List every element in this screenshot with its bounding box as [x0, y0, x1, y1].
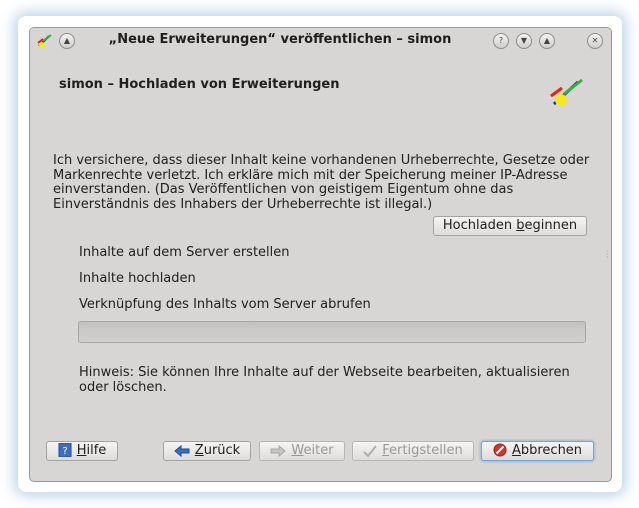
- help-titlebar-button[interactable]: ?: [493, 33, 509, 49]
- start-upload-button[interactable]: Hochladen beginnen: [433, 216, 587, 236]
- back-button[interactable]: Zurück: [163, 441, 251, 461]
- disclaimer-text: Ich versichere, dass dieser Inhalt keine…: [53, 153, 590, 212]
- cancel-icon: [493, 443, 507, 457]
- upload-label-pre: Hochladen: [442, 218, 517, 233]
- next-accel: W: [291, 443, 304, 458]
- resize-grip[interactable]: · · ·: [606, 248, 609, 262]
- arrow-left-icon: [174, 444, 190, 458]
- dialog-window: ▲ „Neue Erweiterungen“ veröffentlichen –…: [29, 27, 612, 482]
- finish-label: ertigstellen: [389, 443, 463, 458]
- cancel-accel: A: [511, 443, 521, 458]
- next-button[interactable]: Weiter: [259, 441, 345, 461]
- upload-label-post: eginnen: [524, 218, 578, 233]
- help-button[interactable]: ? Hilfe: [46, 441, 118, 461]
- cancel-button[interactable]: Abbrechen: [481, 441, 594, 461]
- minimize-button[interactable]: ▼: [516, 33, 532, 49]
- window-title: „Neue Erweiterungen“ veröffentlichen – s…: [108, 32, 452, 47]
- upload-label-accel: b: [516, 218, 525, 233]
- step-upload-content: Inhalte hochladen: [79, 271, 196, 286]
- step-create-content: Inhalte auf dem Server erstellen: [79, 245, 290, 260]
- close-button[interactable]: ✕: [587, 33, 603, 49]
- finish-button[interactable]: Fertigstellen: [352, 441, 474, 461]
- help-book-icon: ?: [58, 442, 72, 458]
- back-label: urück: [203, 443, 241, 458]
- step-fetch-link: Verknüpfung des Inhalts vom Server abruf…: [79, 297, 371, 312]
- keep-above-button[interactable]: ▲: [59, 33, 75, 49]
- back-accel: Z: [194, 443, 204, 458]
- help-label: ilfe: [86, 443, 107, 458]
- svg-text:?: ?: [62, 446, 67, 457]
- next-label: eiter: [303, 443, 334, 458]
- maximize-button[interactable]: ▲: [539, 33, 555, 49]
- arrow-right-icon: [270, 444, 287, 458]
- hint-text: Hinweis: Sie können Ihre Inhalte auf der…: [79, 365, 570, 395]
- upload-progress-bar: [78, 321, 586, 343]
- cancel-label: bbrechen: [520, 443, 583, 458]
- checkmark-icon: [363, 445, 378, 458]
- page-title: simon – Hochladen von Erweiterungen: [59, 77, 340, 92]
- title-bar[interactable]: ▲ „Neue Erweiterungen“ veröffentlichen –…: [30, 28, 611, 56]
- simon-logo-icon: [550, 78, 583, 106]
- app-logo-icon[interactable]: [36, 32, 54, 50]
